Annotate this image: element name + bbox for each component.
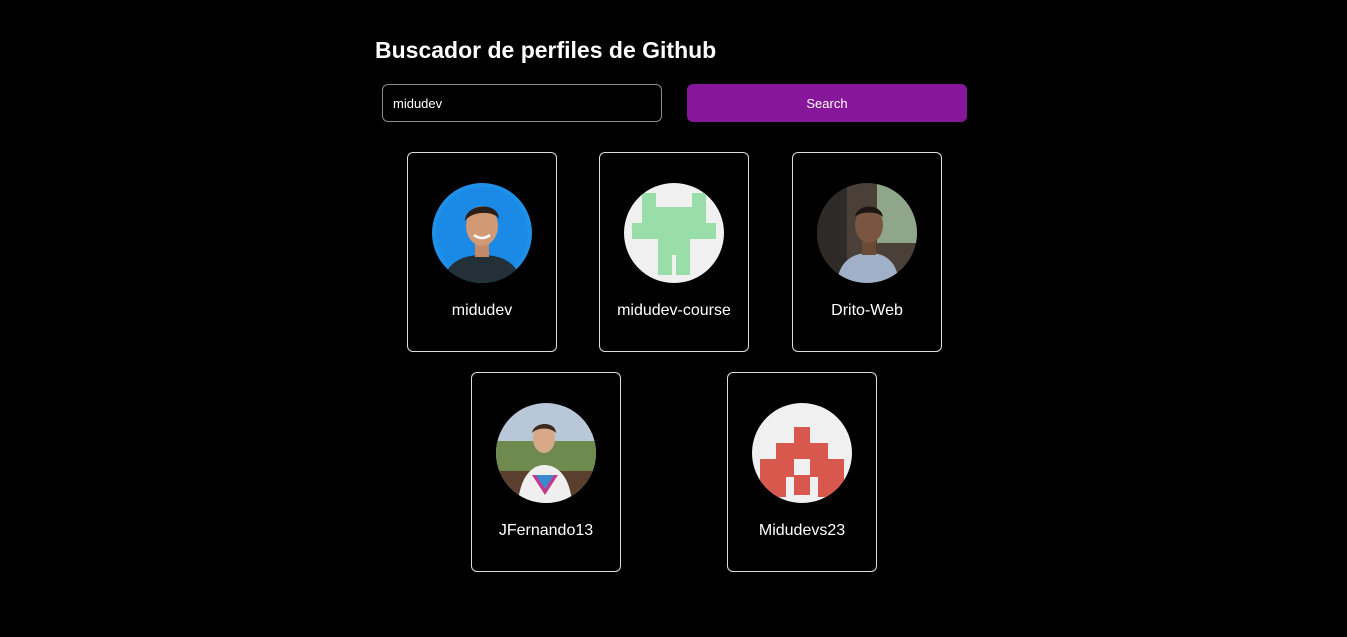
profile-username: midudev-course bbox=[617, 302, 731, 319]
avatar bbox=[496, 403, 596, 503]
identicon-icon bbox=[624, 183, 724, 283]
avatar bbox=[432, 183, 532, 283]
profile-username: Midudevs23 bbox=[758, 522, 846, 539]
identicon-icon bbox=[752, 403, 852, 503]
profile-username: Drito-Web bbox=[831, 302, 903, 319]
profile-search-page: Buscador de perfiles de Github Search mi… bbox=[0, 0, 1347, 637]
profile-card-midudev[interactable]: midudev bbox=[407, 152, 557, 352]
profile-username: midudev bbox=[451, 302, 513, 319]
avatar-photo-icon bbox=[432, 183, 532, 283]
avatar bbox=[624, 183, 724, 283]
profile-card-drito-web[interactable]: Drito-Web bbox=[792, 152, 942, 352]
avatar-photo-icon bbox=[496, 403, 596, 503]
avatar bbox=[817, 183, 917, 283]
profile-username: JFernando13 bbox=[498, 522, 594, 539]
avatar-photo-icon bbox=[817, 183, 917, 283]
profile-card-midudevs23[interactable]: Midudevs23 bbox=[727, 372, 877, 572]
profile-card-jfernando13[interactable]: JFernando13 bbox=[471, 372, 621, 572]
profile-card-midudev-course[interactable]: midudev-course bbox=[599, 152, 749, 352]
search-button[interactable]: Search bbox=[687, 84, 967, 122]
search-input[interactable] bbox=[382, 84, 662, 122]
avatar bbox=[752, 403, 852, 503]
page-title: Buscador de perfiles de Github bbox=[375, 37, 717, 63]
